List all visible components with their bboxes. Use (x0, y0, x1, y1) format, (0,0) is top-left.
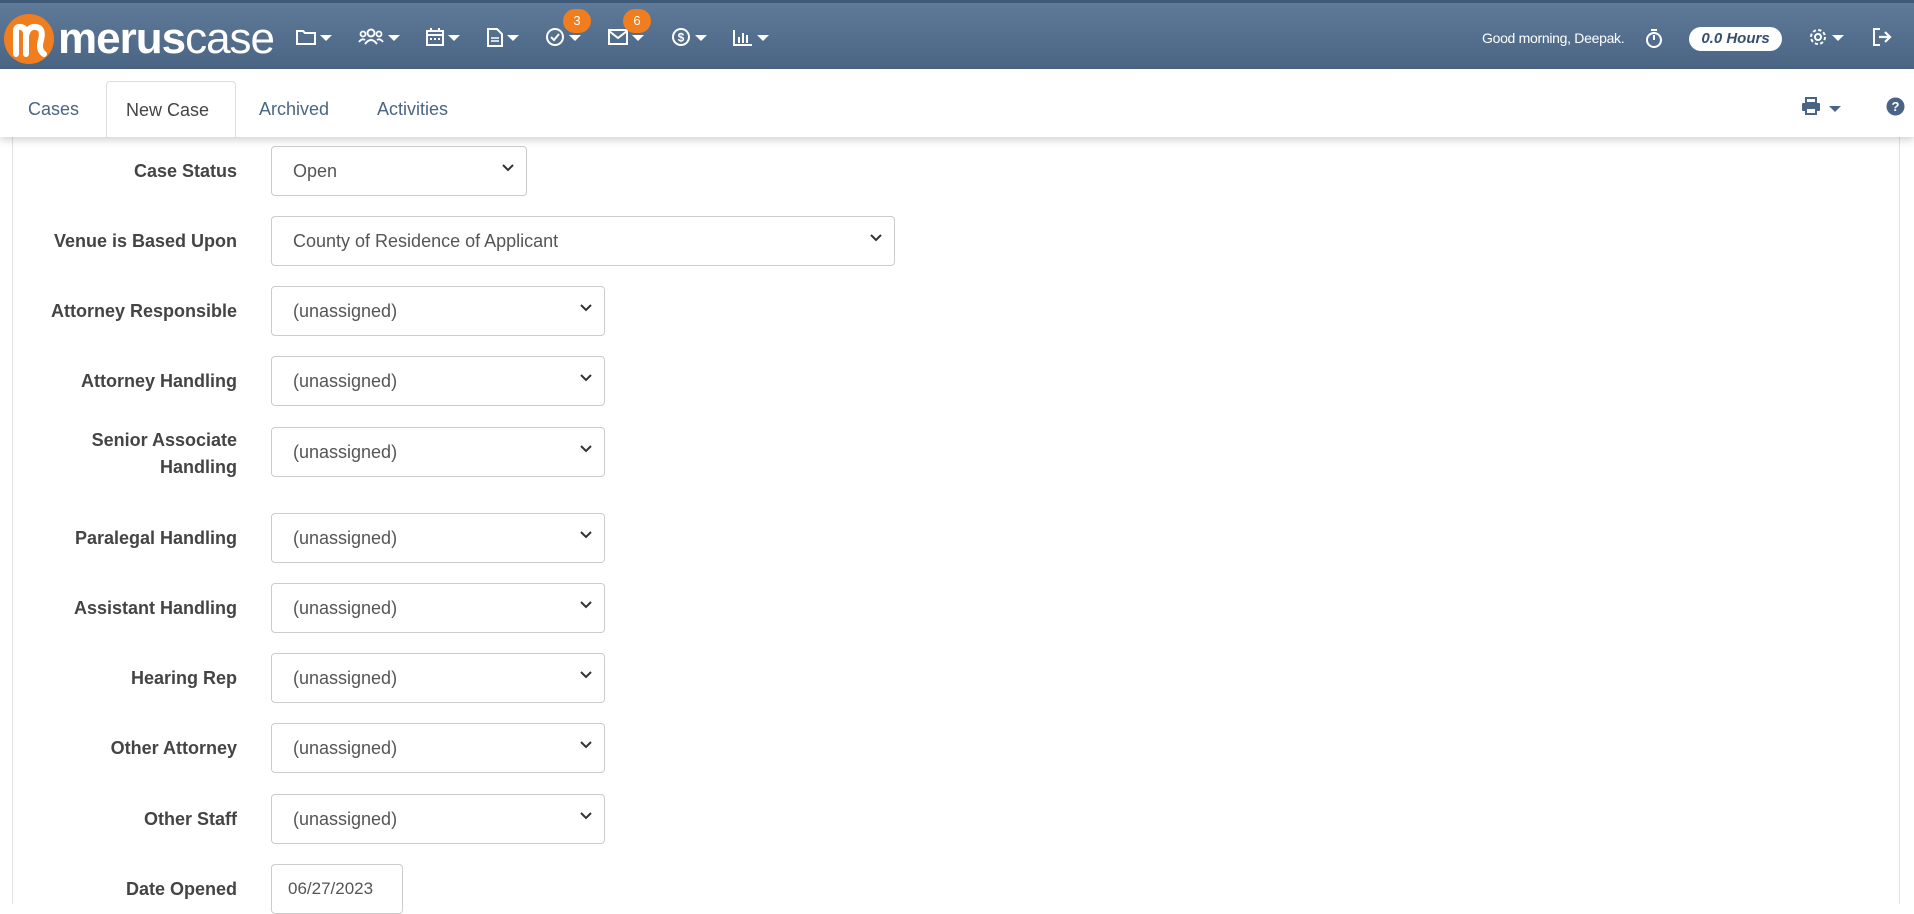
tab-archived[interactable]: Archived (259, 81, 329, 137)
chevron-down-icon (580, 741, 592, 749)
stopwatch-icon (1645, 29, 1663, 49)
question-circle-icon: ? (1886, 97, 1905, 120)
senior-associate-label-line2: Handling (160, 457, 237, 477)
attorney-responsible-select[interactable]: (unassigned) (271, 286, 605, 336)
logo-mark-icon (4, 14, 54, 64)
chevron-down-icon (580, 304, 592, 312)
caret-down-icon (507, 35, 519, 41)
chevron-down-icon (580, 671, 592, 679)
messages-count-badge: 6 (623, 9, 651, 33)
tasks-menu-button[interactable]: 3 (545, 9, 591, 51)
senior-associate-value: (unassigned) (293, 442, 398, 462)
hours-counter[interactable]: 0.0 Hours (1689, 27, 1782, 51)
case-status-select[interactable]: Open (271, 146, 527, 196)
chevron-down-icon (870, 234, 882, 242)
senior-associate-label-line1: Senior Associate (91, 430, 237, 450)
tab-activities[interactable]: Activities (377, 81, 448, 137)
other-staff-value: (unassigned) (293, 809, 398, 829)
assistant-label: Assistant Handling (73, 598, 237, 618)
tasks-count-badge: 3 (563, 9, 591, 33)
users-icon (358, 28, 384, 46)
caret-down-icon (569, 35, 581, 41)
date-opened-label: Date Opened (125, 879, 237, 899)
logo-text: meruscase (58, 14, 275, 63)
venue-select[interactable]: County of Residence of Applicant (271, 216, 895, 266)
venue-value: County of Residence of Applicant (293, 231, 559, 251)
print-menu-button[interactable] (1801, 97, 1841, 120)
settings-menu-button[interactable] (1808, 23, 1844, 51)
caret-down-icon (757, 35, 769, 41)
assistant-value: (unassigned) (293, 598, 398, 618)
cases-menu-button[interactable] (296, 23, 332, 51)
svg-text:$: $ (678, 31, 685, 45)
chevron-down-icon (580, 445, 592, 453)
attorney-handling-select[interactable]: (unassigned) (271, 356, 605, 406)
assistant-select[interactable]: (unassigned) (271, 583, 605, 633)
other-attorney-label: Other Attorney (110, 738, 237, 758)
attorney-responsible-value: (unassigned) (293, 301, 398, 321)
caret-down-icon (448, 35, 460, 41)
hearing-rep-label: Hearing Rep (130, 668, 237, 688)
billing-menu-button[interactable]: $ (671, 23, 707, 51)
date-opened-input[interactable]: 06/27/2023 (271, 864, 403, 914)
sign-out-icon (1872, 28, 1892, 46)
senior-associate-label: Senior Associate Handling (0, 427, 237, 481)
reports-menu-button[interactable] (733, 23, 769, 51)
caret-down-icon (1832, 35, 1844, 41)
paralegal-select[interactable]: (unassigned) (271, 513, 605, 563)
dollar-icon: $ (671, 27, 691, 47)
caret-down-icon (695, 35, 707, 41)
attorney-handling-label: Attorney Handling (81, 371, 237, 391)
paralegal-label: Paralegal Handling (74, 528, 237, 548)
envelope-icon (608, 29, 628, 45)
calendar-icon (426, 28, 444, 46)
new-case-form: Case Status Open Venue is Based Upon Cou… (12, 137, 1900, 914)
other-staff-label: Other Staff (143, 809, 237, 829)
tasks-check-icon (545, 27, 565, 47)
bar-chart-icon (733, 29, 753, 46)
top-navbar: meruscase 3 6 $ Good morning, Deepak. 0.… (0, 0, 1914, 69)
attorney-responsible-label: Attorney Responsible (50, 301, 237, 321)
gear-icon (1808, 27, 1828, 47)
chevron-down-icon (580, 601, 592, 609)
case-status-value: Open (293, 161, 338, 181)
chevron-down-icon (580, 374, 592, 382)
greeting-text: Good morning, Deepak. (1482, 30, 1625, 46)
caret-down-icon (1829, 105, 1841, 112)
folder-icon (296, 28, 316, 46)
logout-button[interactable] (1872, 23, 1892, 51)
print-icon (1801, 97, 1821, 120)
contacts-menu-button[interactable] (358, 23, 400, 51)
caret-down-icon (320, 35, 332, 41)
case-status-label: Case Status (133, 161, 237, 181)
hearing-rep-value: (unassigned) (293, 668, 398, 688)
attorney-handling-value: (unassigned) (293, 371, 398, 391)
chevron-down-icon (580, 531, 592, 539)
venue-label: Venue is Based Upon (53, 231, 237, 251)
other-attorney-value: (unassigned) (293, 738, 398, 758)
messages-menu-button[interactable]: 6 (608, 9, 651, 51)
senior-associate-select[interactable]: (unassigned) (271, 427, 605, 477)
other-attorney-select[interactable]: (unassigned) (271, 723, 605, 773)
tab-new-case[interactable]: New Case (106, 81, 236, 137)
document-icon (487, 27, 503, 47)
other-staff-select[interactable]: (unassigned) (271, 794, 605, 844)
caret-down-icon (632, 35, 644, 41)
paralegal-value: (unassigned) (293, 528, 398, 548)
meruscase-logo[interactable]: meruscase (4, 13, 275, 65)
chevron-down-icon (580, 812, 592, 820)
tab-bar: Cases New Case Archived Activities (0, 69, 1914, 137)
documents-menu-button[interactable] (487, 23, 519, 51)
hearing-rep-select[interactable]: (unassigned) (271, 653, 605, 703)
calendar-menu-button[interactable] (426, 23, 460, 51)
svg-text:?: ? (1892, 99, 1900, 114)
help-button[interactable]: ? (1886, 97, 1905, 121)
tab-cases[interactable]: Cases (28, 81, 79, 137)
timer-button[interactable] (1645, 25, 1663, 53)
caret-down-icon (388, 35, 400, 41)
chevron-down-icon (502, 164, 514, 172)
